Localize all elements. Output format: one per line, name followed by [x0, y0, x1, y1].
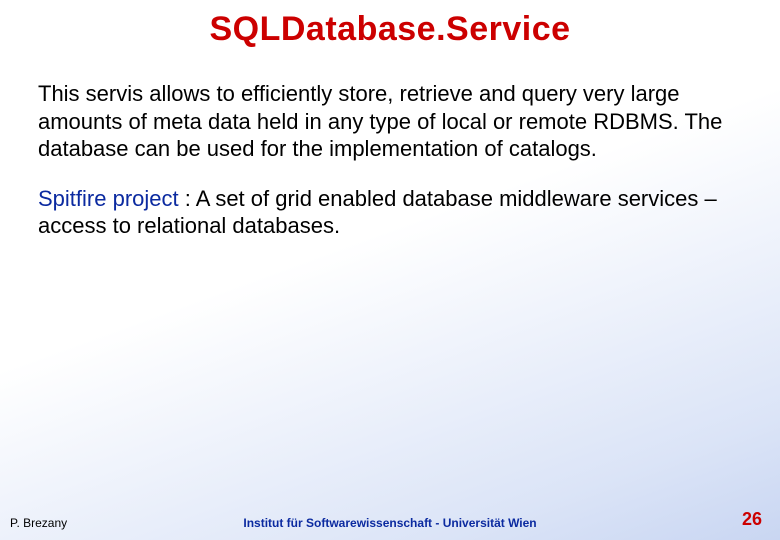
intro-paragraph: This servis allows to efficiently store,… — [38, 80, 742, 163]
footer-institution: Institut für Softwarewissenschaft - Univ… — [0, 516, 780, 530]
project-name: Spitfire project — [38, 186, 179, 211]
slide-title: SQLDatabase.Service — [0, 10, 780, 49]
slide-body: This servis allows to efficiently store,… — [38, 80, 742, 262]
footer-page-number: 26 — [742, 509, 762, 530]
project-paragraph: Spitfire project : A set of grid enabled… — [38, 185, 742, 240]
slide: SQLDatabase.Service This servis allows t… — [0, 0, 780, 540]
